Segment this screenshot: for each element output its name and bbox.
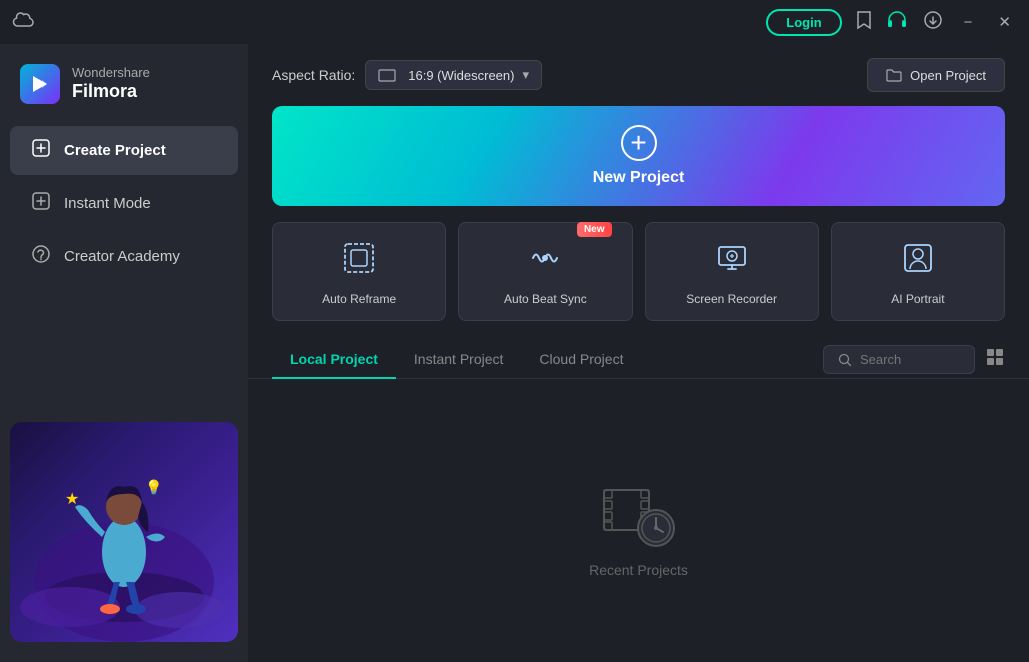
titlebar-left-icons	[12, 12, 34, 33]
logo-product: Filmora	[72, 81, 150, 103]
tab-local-project[interactable]: Local Project	[272, 341, 396, 379]
app-logo: Wondershare Filmora	[0, 54, 248, 124]
illustration-box: ★ 💡	[10, 422, 238, 642]
titlebar: Login − ✕	[0, 0, 1029, 44]
feature-cards-row: Auto Reframe New Auto Beat Sync	[272, 222, 1005, 321]
titlebar-right-controls: Login − ✕	[766, 9, 1017, 36]
grid-view-icon[interactable]	[985, 347, 1005, 372]
auto-beat-sync-icon	[528, 241, 562, 282]
feature-card-label-auto-beat-sync: Auto Beat Sync	[504, 292, 587, 306]
app-body: Wondershare Filmora Create Project Ins	[0, 44, 1029, 662]
download-icon[interactable]	[922, 10, 944, 35]
feature-card-screen-recorder[interactable]: Screen Recorder	[645, 222, 819, 321]
headphones-icon[interactable]	[886, 10, 908, 35]
logo-icon	[20, 64, 60, 104]
sidebar-item-instant-mode[interactable]: Instant Mode	[10, 179, 238, 228]
recent-projects-label: Recent Projects	[589, 562, 688, 578]
close-button[interactable]: ✕	[992, 11, 1017, 33]
toolbar: Aspect Ratio: 16:9 (Widescreen) ▾ Open P…	[248, 44, 1029, 106]
logo-brand: Wondershare	[72, 65, 150, 81]
ai-portrait-icon	[901, 241, 935, 282]
svg-text:★: ★	[65, 491, 79, 508]
sidebar-illustration: ★ 💡	[0, 412, 248, 652]
search-box[interactable]	[823, 345, 975, 374]
folder-icon	[886, 67, 902, 83]
creator-academy-icon	[30, 244, 52, 269]
screen-recorder-icon	[715, 241, 749, 282]
tabs-right	[823, 345, 1005, 374]
feature-card-ai-portrait[interactable]: AI Portrait	[831, 222, 1005, 321]
feature-card-auto-reframe[interactable]: Auto Reframe	[272, 222, 446, 321]
aspect-ratio-dropdown[interactable]: 16:9 (Widescreen) ▾	[365, 60, 542, 90]
new-project-plus-icon: +	[621, 125, 657, 161]
search-icon	[838, 353, 852, 367]
sidebar-item-label-instant: Instant Mode	[64, 195, 151, 212]
projects-area: Recent Projects	[248, 395, 1029, 662]
tab-instant-project[interactable]: Instant Project	[396, 341, 522, 379]
feature-card-label-ai-portrait: AI Portrait	[891, 292, 944, 306]
tab-cloud-project[interactable]: Cloud Project	[521, 341, 641, 379]
create-project-icon	[30, 138, 52, 163]
login-button[interactable]: Login	[766, 9, 841, 36]
tabs-left: Local Project Instant Project Cloud Proj…	[272, 341, 641, 378]
sidebar-item-label-academy: Creator Academy	[64, 248, 180, 265]
new-project-label: New Project	[593, 169, 685, 187]
aspect-ratio-label: Aspect Ratio:	[272, 67, 355, 83]
sidebar-item-creator-academy[interactable]: Creator Academy	[10, 232, 238, 281]
sidebar-item-label-create: Create Project	[64, 142, 166, 159]
dropdown-chevron-icon: ▾	[522, 67, 529, 83]
recent-projects-icon	[599, 480, 679, 550]
bookmark-icon[interactable]	[856, 10, 872, 35]
sidebar-item-create-project[interactable]: Create Project	[10, 126, 238, 175]
badge-new: New	[577, 222, 612, 237]
aspect-ratio-value: 16:9 (Widescreen)	[408, 68, 514, 83]
open-project-button[interactable]: Open Project	[867, 58, 1005, 92]
svg-text:💡: 💡	[145, 479, 162, 496]
logo-text: Wondershare Filmora	[72, 65, 150, 102]
feature-card-label-auto-reframe: Auto Reframe	[322, 292, 396, 306]
feature-card-auto-beat-sync[interactable]: New Auto Beat Sync	[458, 222, 632, 321]
project-tabs: Local Project Instant Project Cloud Proj…	[248, 341, 1029, 379]
aspect-ratio-control: Aspect Ratio: 16:9 (Widescreen) ▾	[272, 60, 542, 90]
auto-reframe-icon	[342, 241, 376, 282]
cloud-icon[interactable]	[12, 12, 34, 33]
new-project-banner[interactable]: + New Project	[272, 106, 1005, 206]
search-input[interactable]	[860, 352, 960, 367]
feature-card-label-screen-recorder: Screen Recorder	[686, 292, 777, 306]
content-area: Aspect Ratio: 16:9 (Widescreen) ▾ Open P…	[248, 44, 1029, 662]
minimize-button[interactable]: −	[958, 12, 979, 33]
instant-mode-icon	[30, 191, 52, 216]
open-project-label: Open Project	[910, 68, 986, 83]
sidebar: Wondershare Filmora Create Project Ins	[0, 44, 248, 662]
